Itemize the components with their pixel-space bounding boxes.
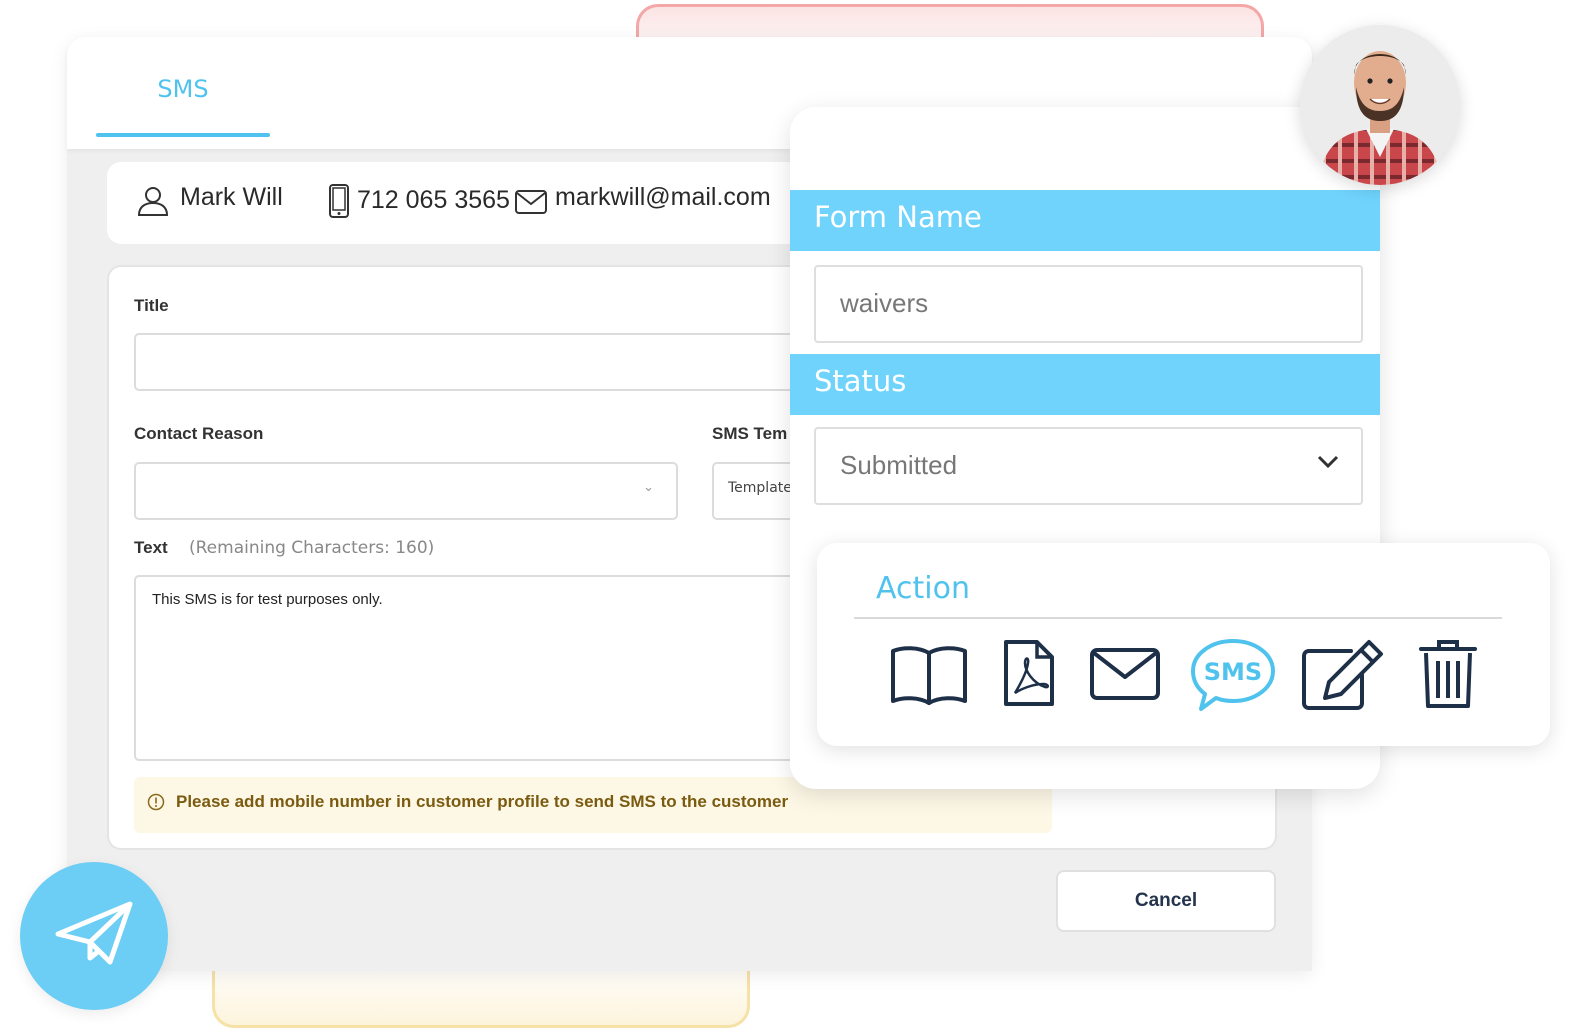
form-name-value: waivers <box>840 288 929 318</box>
edit-icon[interactable] <box>1301 639 1385 711</box>
sms-icon-text: SMS <box>1204 658 1262 686</box>
pdf-icon[interactable] <box>1003 639 1055 707</box>
avatar <box>1300 25 1460 185</box>
text-label: Text <box>134 538 168 557</box>
mail-icon[interactable] <box>1089 647 1161 701</box>
info-warning-icon <box>147 793 165 811</box>
action-divider <box>854 617 1502 619</box>
tab-active-indicator <box>96 133 270 137</box>
email-icon <box>515 190 547 214</box>
contact-reason-select[interactable]: ⌄ <box>134 462 678 520</box>
chevron-down-icon: ⌄ <box>643 480 654 495</box>
form-name-input[interactable]: waivers <box>814 265 1363 343</box>
action-title: Action <box>876 571 970 606</box>
status-select[interactable]: Submitted <box>814 427 1363 505</box>
trash-icon[interactable] <box>1419 639 1477 709</box>
status-header: Status <box>790 354 1380 415</box>
status-value: Submitted <box>840 450 958 480</box>
customer-name: Mark Will <box>180 183 283 211</box>
form-name-header: Form Name <box>790 190 1380 251</box>
tab-sms[interactable]: SMS <box>96 75 270 103</box>
customer-info-card: Mark Will 712 065 3565 markwill@mail.com <box>107 162 867 244</box>
customer-phone: 712 065 3565 <box>357 186 510 214</box>
sms-text-value: This SMS is for test purposes only. <box>152 591 383 608</box>
title-label: Title <box>134 296 169 315</box>
send-button[interactable] <box>20 862 168 1010</box>
chevron-down-icon <box>1317 455 1339 469</box>
sms-text-area[interactable]: This SMS is for test purposes only. <box>134 575 814 761</box>
contact-reason-label: Contact Reason <box>134 424 264 443</box>
cancel-button[interactable]: Cancel <box>1056 870 1276 932</box>
customer-email: markwill@mail.com <box>555 183 771 211</box>
template-placeholder: Template <box>728 480 792 496</box>
title-input[interactable] <box>134 333 814 391</box>
paper-plane-icon <box>55 901 133 965</box>
sms-bubble-icon[interactable]: SMS <box>1189 637 1277 713</box>
warning-text: Please add mobile number in customer pro… <box>176 792 789 811</box>
book-icon[interactable] <box>889 643 969 707</box>
person-photo-icon <box>1300 25 1460 185</box>
action-card: Action SMS <box>817 543 1550 746</box>
remaining-characters: (Remaining Characters: 160) <box>189 538 435 558</box>
mobile-phone-icon <box>329 184 349 218</box>
sms-template-label: SMS Tem <box>712 424 788 443</box>
user-icon <box>137 187 169 216</box>
